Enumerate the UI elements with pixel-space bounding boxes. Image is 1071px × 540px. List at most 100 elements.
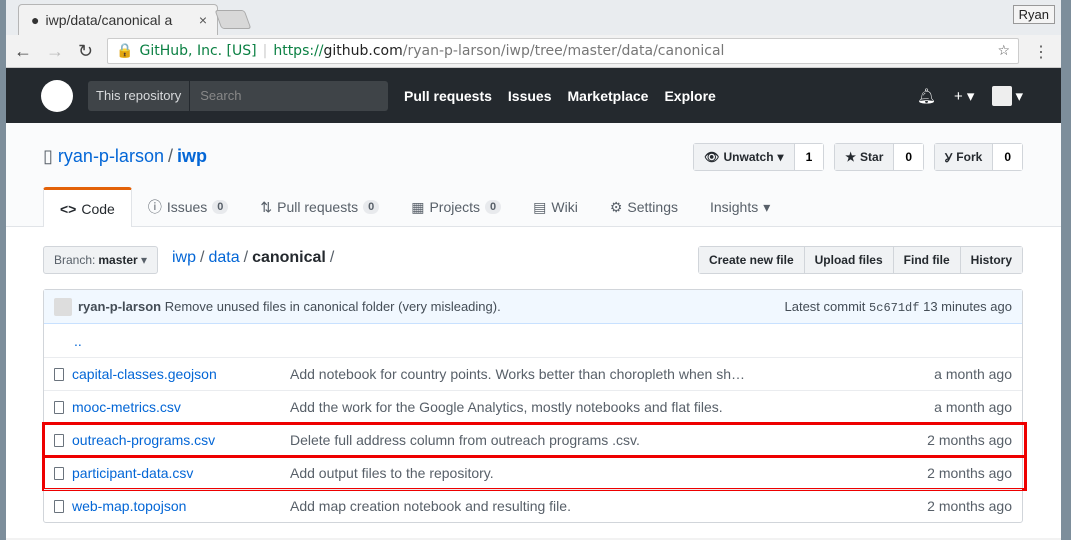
file-name-link[interactable]: capital-classes.geojson [72, 366, 290, 382]
file-icon [54, 367, 64, 381]
commit-message[interactable]: Remove unused files in canonical folder … [165, 299, 501, 314]
repo-header: ▯ ryan-p-larson / iwp 👁︎ Unwatch ▾ 1 ★ Star 0 … [6, 123, 1061, 227]
file-age: a month ago [934, 399, 1012, 415]
star-count[interactable]: 0 [894, 144, 924, 170]
file-browser: Branch: master ▾ iwp / data / canonical / Crea… [6, 227, 1061, 538]
pull-request-icon: ⇅ [260, 198, 273, 215]
tab-insights[interactable]: Insights ▾ [694, 187, 786, 227]
file-row[interactable]: .. [44, 324, 1022, 357]
watch-count[interactable]: 1 [794, 144, 824, 170]
bell-icon[interactable]: 🔔︎ [917, 87, 936, 105]
bookmark-star-icon[interactable]: ☆ [997, 43, 1010, 59]
find-file-button[interactable]: Find file [893, 247, 961, 273]
forward-icon[interactable]: → [46, 41, 64, 62]
search-box[interactable]: This repository Search [88, 80, 388, 111]
lock-icon: 🔒 [116, 43, 134, 59]
tab-code[interactable]: <> Code [43, 187, 132, 227]
profile-button[interactable]: Ryan [1012, 5, 1055, 24]
url-scheme: https:// [273, 43, 324, 59]
file-table: ryan-p-larson Remove unused files in can… [42, 289, 1027, 523]
file-icon [54, 400, 64, 414]
repo-title: ▯ ryan-p-larson / iwp [43, 146, 207, 166]
plus-icon[interactable]: + ▾ [954, 87, 974, 105]
tab-title: iwp/data/canonical a [45, 12, 173, 28]
avatar-menu[interactable]: ▾ [992, 85, 1023, 106]
commit-time: 13 minutes ago [923, 298, 1012, 314]
watch-button[interactable]: 👁︎ Unwatch ▾ [694, 144, 795, 170]
commit-sha[interactable]: 5c671df [869, 301, 919, 315]
book-icon: ▤ [533, 198, 547, 215]
github-header: This repository Search Pull requests Issu… [6, 68, 1061, 123]
tab-settings[interactable]: ⚙ Settings [594, 187, 694, 227]
file-row[interactable]: mooc-metrics.csv Add the work for the Goo… [44, 390, 1022, 423]
back-icon[interactable]: ← [14, 41, 32, 62]
file-row[interactable]: participant-data.csv Add output files to … [42, 455, 1027, 491]
avatar [992, 85, 1013, 106]
file-icon [54, 433, 64, 447]
breadcrumb: iwp / data / canonical / [172, 249, 335, 266]
search-input[interactable]: Search [190, 88, 241, 103]
tab-projects[interactable]: ▦ Projects 0 [395, 187, 517, 227]
file-commit-message[interactable]: Add the work for the Google Analytics, m… [290, 399, 760, 415]
fork-count[interactable]: 0 [993, 144, 1022, 170]
upload-files-button[interactable]: Upload files [804, 247, 894, 273]
parent-dir-link[interactable]: .. [54, 333, 272, 349]
star-icon: ★ [845, 150, 857, 164]
file-icon [54, 499, 64, 513]
address-bar-row: ← → ↻ 🔒 GitHub, Inc. [US] | https://githu… [6, 35, 1061, 68]
branch-selector[interactable]: Branch: master ▾ [43, 246, 159, 274]
github-logo-icon[interactable] [41, 79, 73, 112]
commit-avatar [54, 297, 72, 316]
file-commit-message[interactable]: Delete full address column from outreach… [290, 432, 760, 448]
file-name-link[interactable]: outreach-programs.csv [72, 432, 290, 448]
url-path: /ryan-p-larson/iwp/tree/master/data/cano… [402, 43, 725, 59]
crumb-canonical: canonical [252, 249, 326, 266]
project-icon: ▦ [411, 198, 425, 215]
eye-icon: 👁︎ [704, 150, 720, 164]
file-age: a month ago [934, 366, 1012, 382]
history-button[interactable]: History [960, 247, 1022, 273]
file-icon [54, 466, 64, 480]
url-host: github.com [323, 43, 403, 59]
file-age: 2 months ago [927, 498, 1012, 514]
file-row[interactable]: outreach-programs.csv Delete full address… [42, 422, 1027, 458]
tab-pull-requests[interactable]: ⇅ Pull requests 0 [244, 187, 395, 227]
file-row[interactable]: capital-classes.geojson Add notebook for … [44, 357, 1022, 390]
security-label: GitHub, Inc. [US] [139, 43, 257, 59]
search-scope: This repository [88, 80, 191, 111]
nav-explore[interactable]: Explore [664, 88, 715, 104]
nav-pull-requests[interactable]: Pull requests [404, 88, 492, 104]
file-name-link[interactable]: mooc-metrics.csv [72, 399, 290, 415]
file-age: 2 months ago [927, 432, 1012, 448]
file-commit-message[interactable]: Add output files to the repository. [290, 465, 760, 481]
github-favicon-icon: ● [31, 12, 40, 28]
repo-name-link[interactable]: iwp [177, 146, 207, 166]
tab-issues[interactable]: ⓘ Issues 0 [132, 187, 245, 227]
browser-window: ● iwp/data/canonical a × Ryan ← → ↻ 🔒 GitH… [6, 0, 1061, 540]
crumb-iwp[interactable]: iwp [172, 249, 196, 266]
repo-owner-link[interactable]: ryan-p-larson [58, 146, 164, 166]
create-new-file-button[interactable]: Create new file [698, 247, 805, 273]
url-bar[interactable]: 🔒 GitHub, Inc. [US] | https://github.com/… [107, 38, 1019, 64]
gear-icon: ⚙ [609, 198, 623, 215]
file-commit-message[interactable]: Add notebook for country points. Works b… [290, 366, 760, 382]
close-tab-icon[interactable]: × [199, 12, 207, 28]
nav-issues[interactable]: Issues [508, 88, 552, 104]
file-name-link[interactable]: web-map.topojson [72, 498, 290, 514]
commit-author[interactable]: ryan-p-larson [78, 299, 161, 314]
crumb-data[interactable]: data [208, 249, 239, 266]
browser-tab[interactable]: ● iwp/data/canonical a × [18, 4, 218, 35]
tab-bar: ● iwp/data/canonical a × Ryan [6, 0, 1061, 35]
latest-commit: ryan-p-larson Remove unused files in can… [44, 290, 1022, 324]
menu-icon[interactable]: ⋮ [1033, 42, 1049, 62]
fork-icon: Ỿ [945, 150, 953, 165]
star-button[interactable]: ★ Star [835, 144, 895, 170]
file-name-link[interactable]: participant-data.csv [72, 465, 290, 481]
reload-icon[interactable]: ↻ [78, 41, 93, 62]
nav-marketplace[interactable]: Marketplace [568, 88, 649, 104]
new-tab-button[interactable] [214, 10, 252, 29]
fork-button[interactable]: Ỿ Fork [935, 144, 994, 170]
file-commit-message[interactable]: Add map creation notebook and resulting … [290, 498, 760, 514]
tab-wiki[interactable]: ▤ Wiki [517, 187, 594, 227]
file-row[interactable]: web-map.topojson Add map creation noteboo… [44, 489, 1022, 522]
